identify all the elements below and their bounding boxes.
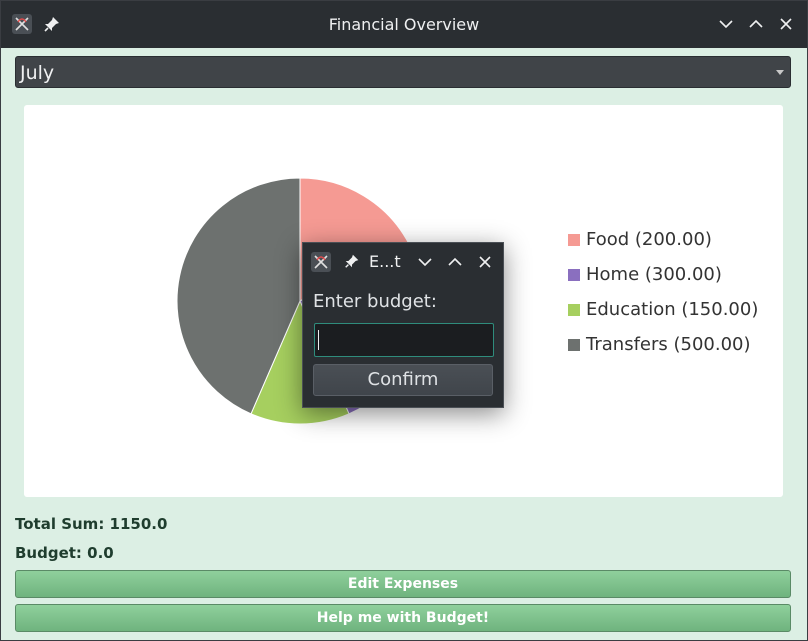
maximize-button[interactable] xyxy=(746,14,766,34)
legend-label-food: Food (200.00) xyxy=(586,229,712,250)
dialog-maximize-button[interactable] xyxy=(445,252,465,272)
chevron-up-icon xyxy=(749,19,763,28)
legend-swatch-transfers xyxy=(568,339,580,351)
chevron-down-icon xyxy=(719,20,733,29)
legend-label-home: Home (300.00) xyxy=(586,264,722,285)
chevron-down-icon xyxy=(418,258,432,267)
dropdown-arrow-icon xyxy=(776,70,784,75)
window-title: Financial Overview xyxy=(328,15,480,34)
legend-item-education: Education (150.00) xyxy=(568,298,758,322)
dialog-minimize-button[interactable] xyxy=(415,252,435,272)
chevron-up-icon xyxy=(448,257,462,266)
edit-expenses-button[interactable]: Edit Expenses xyxy=(15,570,791,598)
dialog-app-icon[interactable] xyxy=(311,252,331,272)
dialog-pin-icon[interactable] xyxy=(343,252,361,277)
close-icon xyxy=(479,256,491,268)
dialog-close-button[interactable] xyxy=(475,252,495,272)
title-bar: Financial Overview xyxy=(1,1,807,48)
minimize-button[interactable] xyxy=(716,14,736,34)
total-sum-label: Total Sum: 1150.0 xyxy=(15,515,168,533)
close-icon xyxy=(780,18,792,30)
legend-item-home: Home (300.00) xyxy=(568,263,722,287)
confirm-button[interactable]: Confirm xyxy=(313,364,493,396)
legend-swatch-home xyxy=(568,269,580,281)
enter-budget-label: Enter budget: xyxy=(313,291,437,312)
text-caret xyxy=(318,330,319,350)
close-button[interactable] xyxy=(776,14,796,34)
dialog-title-bar: E...t xyxy=(303,243,503,281)
month-select-value: July xyxy=(20,62,55,84)
legend-label-transfers: Transfers (500.00) xyxy=(586,334,751,355)
month-select[interactable]: July xyxy=(15,56,791,88)
budget-input[interactable] xyxy=(314,323,494,357)
legend-item-transfers: Transfers (500.00) xyxy=(568,333,751,357)
legend-swatch-education xyxy=(568,304,580,316)
legend-swatch-food xyxy=(568,234,580,246)
dialog-title: E...t xyxy=(369,252,401,271)
help-budget-button[interactable]: Help me with Budget! xyxy=(15,604,791,632)
legend-label-education: Education (150.00) xyxy=(586,299,759,320)
enter-budget-dialog: E...t Enter budget: Confirm xyxy=(302,242,504,408)
legend-item-food: Food (200.00) xyxy=(568,228,712,252)
budget-label: Budget: 0.0 xyxy=(15,544,114,562)
